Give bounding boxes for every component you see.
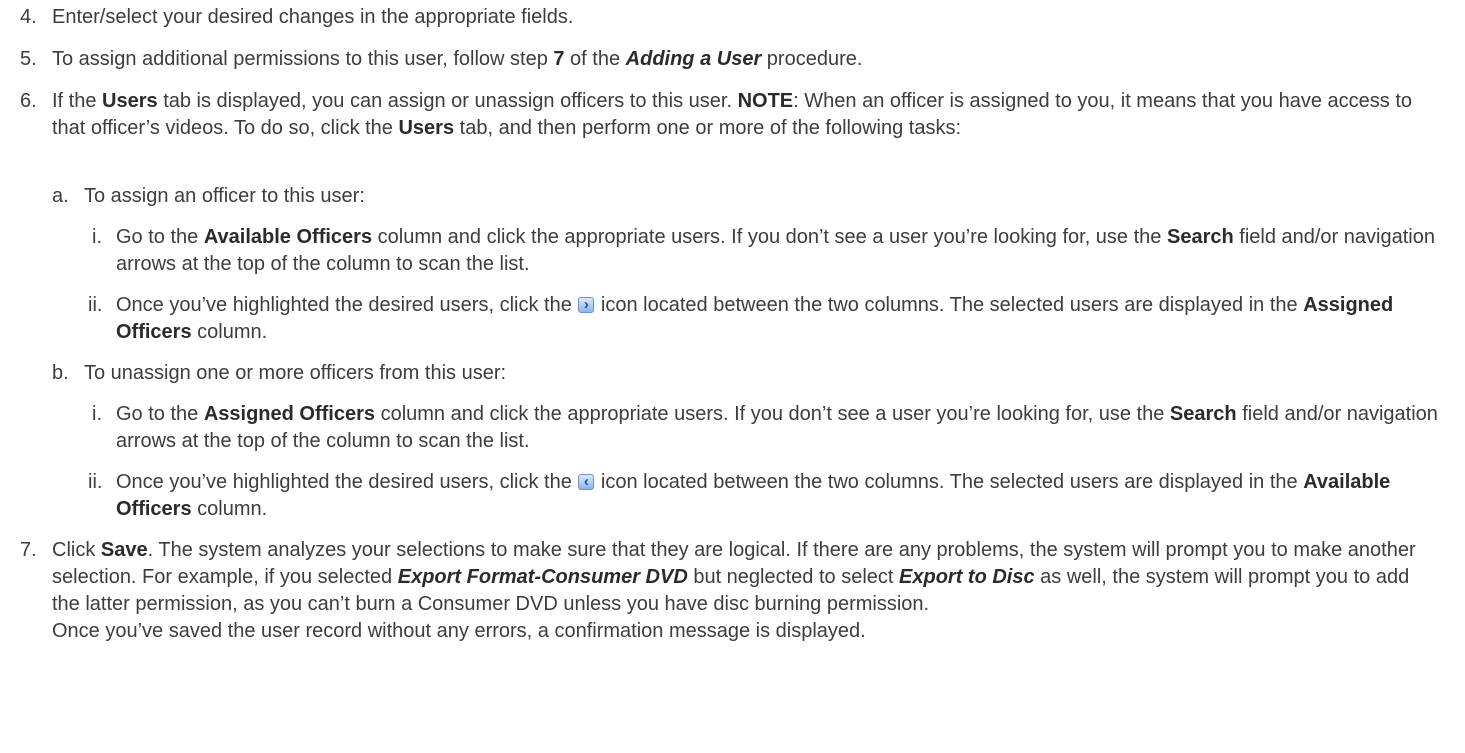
- step-followup-text: Once you’ve saved the user record withou…: [52, 620, 866, 642]
- step-6b-i: i. Go to the Assigned Officers column an…: [84, 401, 1450, 455]
- substep-roman: i.: [92, 403, 102, 425]
- chevron-left-icon: [578, 470, 595, 494]
- step-text: Click Save. The system analyzes your sel…: [52, 539, 1416, 615]
- substep-roman: ii.: [88, 471, 103, 493]
- substep-text: To unassign one or more officers from th…: [84, 362, 507, 384]
- substep-text: Go to the Available Officers column and …: [116, 226, 1435, 275]
- substep-roman: ii.: [88, 294, 103, 316]
- step-number: 6.: [20, 90, 37, 112]
- substep-text: To assign an officer to this user:: [84, 185, 365, 207]
- substep-text: Once you’ve highlighted the desired user…: [116, 292, 1450, 346]
- step-text: To assign additional permissions to this…: [52, 48, 863, 70]
- step-6: 6. If the Users tab is displayed, you ca…: [20, 88, 1450, 142]
- step-6b-ii: ii. Once you’ve highlighted the desired …: [84, 469, 1450, 523]
- step-6a-i: i. Go to the Available Officers column a…: [84, 224, 1450, 278]
- step-6a-ii: ii. Once you’ve highlighted the desired …: [84, 292, 1450, 346]
- substep-text: Once you’ve highlighted the desired user…: [116, 469, 1450, 523]
- step-6a: a. To assign an officer to this user:: [52, 183, 1450, 210]
- step-6b: b. To unassign one or more officers from…: [52, 360, 1450, 387]
- substep-text: Go to the Assigned Officers column and c…: [116, 403, 1438, 452]
- step-number: 7.: [20, 539, 37, 561]
- chevron-right-icon: [578, 293, 595, 317]
- substep-letter: b.: [52, 362, 69, 384]
- step-7: 7. Click Save. The system analyzes your …: [20, 537, 1440, 645]
- step-5: 5. To assign additional permissions to t…: [20, 46, 1450, 73]
- step-text: Enter/select your desired changes in the…: [52, 6, 574, 28]
- step-text: If the Users tab is displayed, you can a…: [52, 90, 1413, 139]
- step-number: 5.: [20, 48, 37, 70]
- substep-letter: a.: [52, 185, 69, 207]
- step-number: 4.: [20, 6, 37, 28]
- substep-roman: i.: [92, 226, 102, 248]
- step-4: 4. Enter/select your desired changes in …: [20, 4, 1450, 31]
- procedure-reference: Adding a User: [625, 48, 762, 70]
